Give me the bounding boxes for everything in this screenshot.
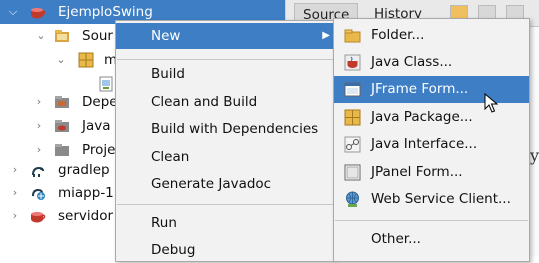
java-project-icon bbox=[30, 4, 46, 20]
menu-item-label: Build with Dependencies bbox=[151, 121, 319, 137]
submenu-item-label: JFrame Form... bbox=[371, 81, 469, 97]
menu-item-label: Clean and Build bbox=[151, 94, 258, 110]
submenu-item-label: Java Class... bbox=[371, 54, 453, 70]
package-icon bbox=[78, 52, 94, 68]
dependencies-icon bbox=[54, 94, 70, 110]
java-package-icon bbox=[344, 109, 361, 126]
menu-item-label: Run bbox=[151, 215, 177, 231]
submenu-item-label: Java Package... bbox=[371, 109, 473, 125]
menu-item-new[interactable]: New ▶ bbox=[116, 23, 334, 49]
submenu-item-folder[interactable]: Folder... bbox=[334, 22, 529, 49]
chevron-right-icon[interactable]: › bbox=[8, 181, 22, 205]
project-files-icon bbox=[54, 142, 70, 158]
tree-node-label: gradlep bbox=[58, 162, 110, 178]
tree-node-label: Java bbox=[82, 118, 111, 134]
folder-icon bbox=[344, 27, 361, 44]
menu-item-label: Build bbox=[151, 66, 185, 82]
menu-item-build-with-dependencies[interactable]: Build with Dependencies bbox=[116, 116, 334, 142]
submenu-item-label: Java Interface... bbox=[371, 136, 478, 152]
java-project-icon bbox=[30, 208, 46, 224]
menu-item-generate-javadoc[interactable]: Generate Javadoc bbox=[116, 171, 334, 197]
submenu-item-jpanel-form[interactable]: JPanel Form... bbox=[334, 159, 529, 186]
submenu-item-web-service-client[interactable]: Web Service Client... bbox=[334, 186, 529, 213]
tree-node-label: miapp-1 bbox=[58, 185, 114, 201]
submenu-item-label: Other... bbox=[371, 231, 421, 247]
chevron-right-icon[interactable]: › bbox=[32, 90, 46, 114]
web-service-client-icon bbox=[344, 191, 361, 208]
submenu-arrow-icon: ▶ bbox=[322, 30, 330, 41]
java-class-icon bbox=[344, 54, 361, 71]
context-menu: New ▶ Build Clean and Build Build with D… bbox=[115, 20, 335, 262]
chevron-down-icon[interactable]: ⌄ bbox=[34, 24, 48, 48]
submenu-item-java-interface[interactable]: Java Interface... bbox=[334, 131, 529, 158]
submenu-separator bbox=[335, 220, 528, 221]
chevron-right-icon[interactable]: › bbox=[8, 204, 22, 228]
jpanel-form-icon bbox=[344, 164, 361, 181]
source-package-icon bbox=[54, 28, 70, 44]
chevron-right-icon[interactable]: › bbox=[32, 114, 46, 138]
menu-item-run[interactable]: Run bbox=[116, 210, 334, 236]
submenu-item-label: Web Service Client... bbox=[371, 191, 511, 207]
jframe-form-icon bbox=[344, 81, 361, 98]
java-interface-icon bbox=[344, 136, 361, 153]
tree-node-label: Sour bbox=[82, 28, 113, 44]
new-submenu: Folder... Java Class... JFrame Form... J… bbox=[333, 18, 530, 262]
submenu-item-java-package[interactable]: Java Package... bbox=[334, 104, 529, 131]
menu-item-label: New bbox=[151, 28, 181, 44]
menu-item-label: Clean bbox=[151, 149, 190, 165]
gradle-project-icon bbox=[30, 185, 46, 201]
submenu-item-java-class[interactable]: Java Class... bbox=[334, 49, 529, 76]
gradle-icon bbox=[30, 162, 46, 178]
tree-node-label: Depe bbox=[82, 94, 118, 110]
submenu-item-label: Folder... bbox=[371, 27, 425, 43]
mouse-pointer-icon bbox=[484, 92, 499, 113]
tree-node-label: servidor bbox=[58, 208, 114, 224]
menu-item-debug[interactable]: Debug bbox=[116, 237, 334, 263]
menu-separator bbox=[117, 204, 333, 205]
menu-item-clean[interactable]: Clean bbox=[116, 144, 334, 170]
menu-item-clean-and-build[interactable]: Clean and Build bbox=[116, 89, 334, 115]
menu-separator bbox=[117, 59, 333, 60]
submenu-item-jframe-form[interactable]: JFrame Form... bbox=[334, 76, 529, 103]
submenu-item-label: JPanel Form... bbox=[371, 164, 463, 180]
submenu-item-other[interactable]: Other... bbox=[334, 226, 529, 253]
chevron-down-icon[interactable]: ⌄ bbox=[54, 48, 68, 72]
java-folder-icon bbox=[54, 118, 70, 134]
menu-item-label: Debug bbox=[151, 242, 196, 258]
chevron-down-icon[interactable]: ⌵ bbox=[6, 0, 20, 24]
menu-item-build[interactable]: Build bbox=[116, 61, 334, 87]
menu-item-label: Generate Javadoc bbox=[151, 176, 272, 192]
chevron-right-icon[interactable]: › bbox=[8, 158, 22, 182]
